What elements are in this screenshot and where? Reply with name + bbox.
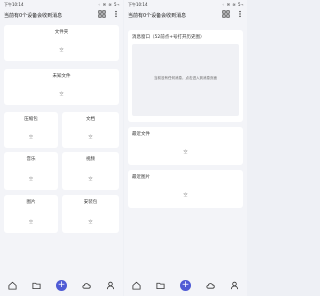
add-button[interactable]: + [55,279,67,291]
more-icon[interactable] [112,10,120,18]
card-archive-title: 压缩包 [24,117,38,122]
card-music[interactable]: 音乐 空 [4,152,58,190]
recent-files-card[interactable]: 最近文件 空 [128,127,243,165]
message-window-title: 消息窗口（52前点+号打开历史图） [132,35,205,40]
status-bar: 下午10:14 ◦ ✉ ≋ 5⌁ [0,0,123,8]
card-video-empty: 空 [88,176,93,181]
card-received-empty: 空 [59,91,64,96]
folder-icon[interactable] [32,281,41,290]
bottom-nav: + [124,274,247,296]
home-icon[interactable] [8,281,17,290]
right-screen: 下午10:14 ◦ ✉ ≋ 5⌁ 当前有0个设备会收到消息 消息窗口（52前点+… [124,0,247,296]
app-header: 当前有0个设备会收到消息 [0,9,123,21]
grid-icon[interactable] [98,10,106,18]
card-apk-title: 安装包 [83,200,98,205]
card-folder[interactable]: 文件夹 空 [4,25,119,61]
card-folder-title: 文件夹 [54,30,69,35]
add-button[interactable]: + [179,279,191,291]
card-music-empty: 空 [29,176,33,181]
recent-files-title: 最近文件 [132,132,150,137]
profile-icon[interactable] [106,281,115,290]
card-received-title: 未知文件 [52,74,71,79]
left-screen: 下午10:14 ◦ ✉ ≋ 5⌁ 当前有0个设备会收到消息 文件夹 空 未知文件… [0,0,123,296]
message-empty-text: 当前没有任何消息，点击进入到消息页面 [154,76,217,81]
status-time: 下午10:14 [4,2,24,7]
device-count-title: 当前有0个设备会收到消息 [128,13,187,19]
card-images-title: 图片 [26,200,36,205]
device-count-title: 当前有0个设备会收到消息 [4,13,63,19]
card-docs-empty: 空 [88,134,93,139]
card-music-title: 音乐 [26,157,36,162]
card-archive-empty: 空 [29,134,33,139]
recent-images-empty: 空 [183,192,188,197]
card-docs[interactable]: 文档 空 [62,112,119,148]
recent-images-title: 最近图片 [132,175,150,180]
profile-icon[interactable] [230,281,239,290]
cloud-icon[interactable] [82,281,91,290]
status-time: 下午10:14 [128,2,148,7]
card-received[interactable]: 未知文件 空 [4,69,119,105]
more-icon[interactable] [236,10,244,18]
grid-icon[interactable] [222,10,230,18]
card-archive[interactable]: 压缩包 空 [4,112,58,148]
status-bar: 下午10:14 ◦ ✉ ≋ 5⌁ [124,0,247,8]
bottom-nav: + [0,274,123,296]
card-video-title: 视频 [86,157,95,162]
app-header: 当前有0个设备会收到消息 [124,9,247,21]
card-apk[interactable]: 安装包 空 [62,195,119,233]
message-box[interactable]: 当前没有任何消息，点击进入到消息页面 [132,44,239,116]
card-video[interactable]: 视频 空 [62,152,119,190]
cloud-icon[interactable] [206,281,215,290]
recent-files-empty: 空 [183,149,188,154]
card-folder-empty: 空 [59,47,64,52]
card-images-empty: 空 [29,219,33,224]
folder-icon[interactable] [156,281,165,290]
recent-images-card[interactable]: 最近图片 空 [128,170,243,208]
message-window-card[interactable]: 消息窗口（52前点+号打开历史图） 当前没有任何消息，点击进入到消息页面 [128,30,243,122]
home-icon[interactable] [132,281,141,290]
card-docs-title: 文档 [86,117,95,122]
card-images[interactable]: 图片 空 [4,195,58,233]
card-apk-empty: 空 [88,219,93,224]
status-icons: ◦ ✉ ≋ 5⌁ [222,2,244,7]
status-icons: ◦ ✉ ≋ 5⌁ [98,2,120,7]
